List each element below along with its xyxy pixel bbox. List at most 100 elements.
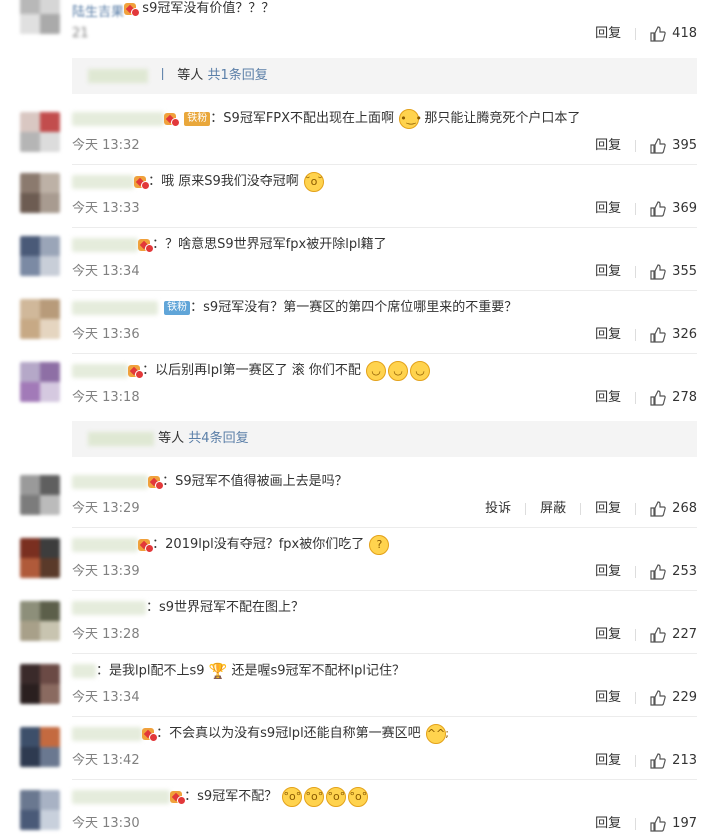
member-badge-icon <box>170 790 187 805</box>
comment-feed: 陆生吉果 s9冠军没有价值？？？ 21 回复 418 丨 等人 共1条回复 铁粉… <box>0 0 721 840</box>
avatar[interactable] <box>20 475 60 515</box>
like-count: 326 <box>672 327 697 342</box>
separator-line <box>72 590 697 591</box>
thumbs-up-icon <box>650 501 666 517</box>
reply-usernames[interactable] <box>88 68 148 83</box>
comment-actions: 回复 355 <box>573 262 697 282</box>
like-button[interactable]: 278 <box>650 388 697 408</box>
smile-emoji-icon: ◡ <box>388 360 409 381</box>
comment-meta: 今天 13:18 回复 278 <box>72 388 697 408</box>
avatar[interactable] <box>20 601 60 641</box>
reply-button[interactable]: 回复 <box>595 136 621 156</box>
reply-button[interactable]: 回复 <box>595 688 621 708</box>
avatar[interactable] <box>20 0 60 34</box>
comment-text-tail: 那只能让腾竞死个户口本了 <box>424 111 581 126</box>
reply-button[interactable]: 回复 <box>595 199 621 219</box>
reply-usernames[interactable] <box>88 431 154 446</box>
username[interactable]: 陆生吉果 <box>72 2 124 20</box>
username[interactable] <box>72 237 138 252</box>
view-replies-link[interactable]: 共4条回复 <box>188 431 248 446</box>
thumbs-up-icon <box>650 390 666 406</box>
avatar[interactable] <box>20 112 60 152</box>
comment-meta: 今天 13:30 回复 197 <box>72 814 697 834</box>
comment-meta: 今天 13:32 回复 395 <box>72 136 697 156</box>
member-badge-icon <box>124 2 141 17</box>
like-button[interactable]: 268 <box>650 499 697 519</box>
like-button[interactable]: 355 <box>650 262 697 282</box>
reply-pipe: 丨 <box>156 68 170 83</box>
avatar[interactable] <box>20 299 60 339</box>
smile-emoji-icon: ◡ <box>366 360 387 381</box>
report-button[interactable]: 投诉 <box>485 499 511 519</box>
username[interactable] <box>72 537 138 552</box>
avatar[interactable] <box>20 173 60 213</box>
fan-tag: 铁粉 <box>164 300 191 315</box>
avatar[interactable] <box>20 236 60 276</box>
like-count: 268 <box>672 501 697 516</box>
username[interactable] <box>72 789 170 804</box>
username[interactable] <box>72 363 128 378</box>
reply-button[interactable]: 回复 <box>595 24 621 44</box>
like-button[interactable]: 227 <box>650 625 697 645</box>
avatar[interactable] <box>20 727 60 767</box>
reply-button[interactable]: 回复 <box>595 562 621 582</box>
block-button[interactable]: 屏蔽 <box>540 499 566 519</box>
username[interactable] <box>72 664 96 678</box>
divider <box>635 392 637 404</box>
like-button[interactable]: 326 <box>650 325 697 345</box>
reply-button[interactable]: 回复 <box>595 499 621 519</box>
view-replies-link[interactable]: 共1条回复 <box>207 68 267 83</box>
comment-meta: 今天 13:33 回复 369 <box>72 199 697 219</box>
thumbs-up-icon <box>650 26 666 42</box>
username[interactable] <box>72 474 148 489</box>
like-button[interactable]: 418 <box>650 24 697 44</box>
like-button[interactable]: 253 <box>650 562 697 582</box>
avatar[interactable] <box>20 790 60 830</box>
like-count: 278 <box>672 390 697 405</box>
comment-line: ：哦 原来S9我们没夺冠啊 ˘o˘ <box>72 171 325 193</box>
reply-summary[interactable]: 丨 等人 共1条回复 <box>72 58 697 94</box>
username[interactable] <box>72 300 158 315</box>
thumbs-up-icon <box>650 816 666 832</box>
timestamp: 今天 13:34 <box>72 264 140 279</box>
like-count: 227 <box>672 627 697 642</box>
member-badge-icon <box>134 175 151 190</box>
separator-line <box>72 779 697 780</box>
comment-line: ：不会真以为没有s9冠lpl还能自称第一赛区吧 ^^; <box>72 723 449 745</box>
timestamp: 今天 13:34 <box>72 690 140 705</box>
username[interactable] <box>72 726 142 741</box>
reply-button[interactable]: 回复 <box>595 625 621 645</box>
reply-button[interactable]: 回复 <box>595 751 621 771</box>
separator-line <box>72 290 697 291</box>
username[interactable] <box>72 174 134 189</box>
username[interactable] <box>72 600 146 615</box>
comment-meta: 21 回复 418 <box>72 24 697 44</box>
reply-button[interactable]: 回复 <box>595 814 621 834</box>
like-button[interactable]: 197 <box>650 814 697 834</box>
avatar[interactable] <box>20 664 60 704</box>
username[interactable] <box>72 111 164 126</box>
reply-button[interactable]: 回复 <box>595 388 621 408</box>
comment-actions: 回复 369 <box>573 199 697 219</box>
separator-line <box>72 716 697 717</box>
like-count: 355 <box>672 264 697 279</box>
like-button[interactable]: 213 <box>650 751 697 771</box>
comment-actions: 回复 253 <box>573 562 697 582</box>
comment-actions: 回复 229 <box>573 688 697 708</box>
like-button[interactable]: 229 <box>650 688 697 708</box>
comment-text: S9冠军FPX不配出现在上面啊 <box>223 111 395 126</box>
comment-line: 铁粉 ：s9冠军没有？第一赛区的第四个席位哪里来的不重要？ <box>72 297 517 319</box>
separator-line <box>72 353 697 354</box>
reply-button[interactable]: 回复 <box>595 325 621 345</box>
comment-meta: 今天 13:28 回复 227 <box>72 625 697 645</box>
comment-text: 以后别再lpl第一赛区了 滚 你们不配 <box>155 363 361 378</box>
reply-button[interactable]: 回复 <box>595 262 621 282</box>
avatar[interactable] <box>20 538 60 578</box>
avatar[interactable] <box>20 362 60 402</box>
reply-summary[interactable]: 等人 共4条回复 <box>72 421 697 457</box>
fan-tag: 铁粉 <box>184 111 211 126</box>
like-button[interactable]: 369 <box>650 199 697 219</box>
thumbs-up-icon <box>650 138 666 154</box>
like-button[interactable]: 395 <box>650 136 697 156</box>
thumbs-up-icon <box>650 753 666 769</box>
